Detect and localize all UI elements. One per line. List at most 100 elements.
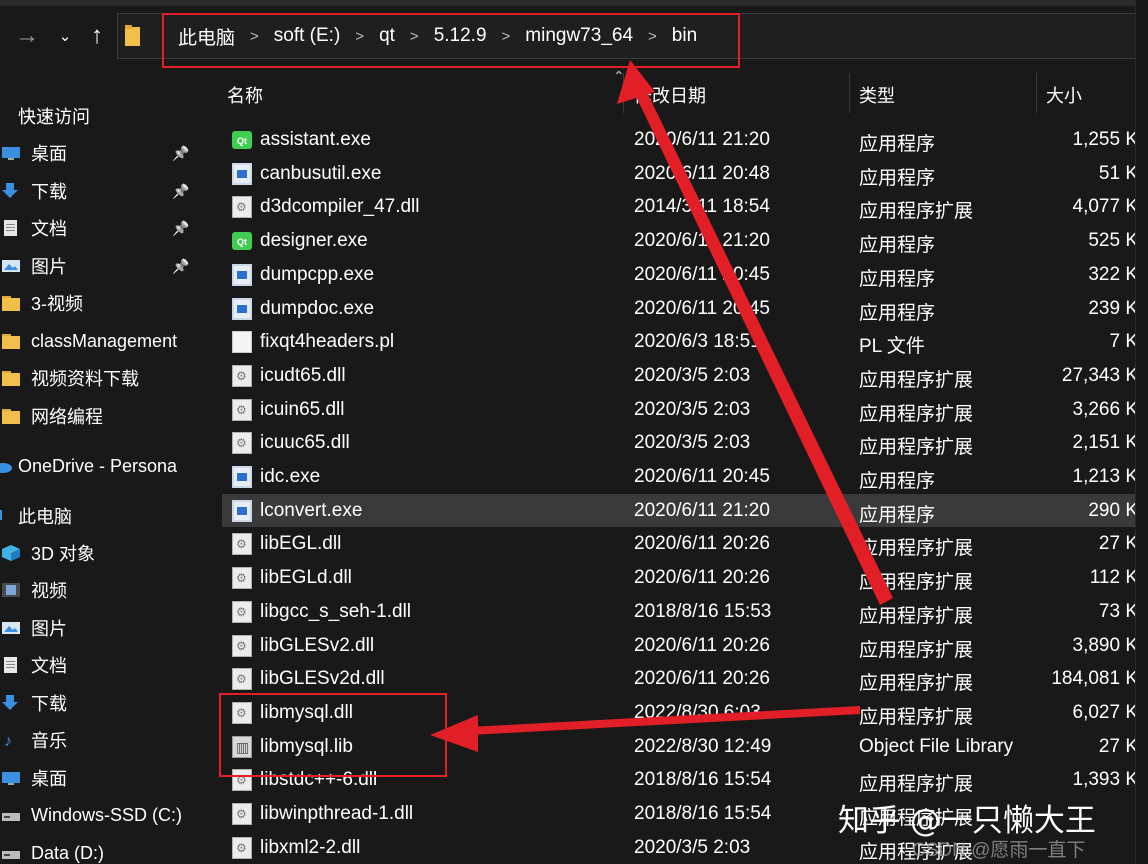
file-name: designer.exe	[260, 230, 368, 252]
column-header-name[interactable]: 名称	[227, 82, 263, 106]
sidebar-item-label: classManagement	[31, 330, 178, 351]
sidebar-item[interactable]: 下载	[0, 688, 200, 718]
sidebar-item[interactable]: 文档 📌	[0, 213, 200, 243]
file-date: 2020/6/11 21:20	[634, 129, 770, 150]
column-divider[interactable]	[849, 73, 850, 113]
sidebar-item-label: 视频	[31, 581, 67, 601]
arrow-right-icon[interactable]: →	[14, 22, 40, 50]
sidebar-item[interactable]: classManagement	[0, 326, 200, 356]
file-date: 2020/3/5 2:03	[634, 398, 751, 420]
file-size: 184,081 K	[1051, 668, 1138, 690]
column-divider[interactable]	[623, 73, 624, 113]
file-size: 322 K	[1088, 263, 1138, 285]
star-icon	[0, 108, 12, 124]
file-row[interactable]: icudt65.dll 2020/3/5 2:03 应用程序扩展 27,343 K	[222, 359, 1138, 392]
column-header-size[interactable]: 大小	[1046, 82, 1082, 106]
column-header-date[interactable]: 修改日期	[634, 82, 706, 106]
file-date: 2020/6/11 21:20	[634, 499, 770, 521]
sidebar-item[interactable]: 快速访问	[0, 101, 200, 131]
pin-icon[interactable]: 📌	[172, 220, 189, 236]
pin-icon[interactable]: 📌	[172, 145, 189, 161]
sidebar-item[interactable]: 视频资料下载	[0, 363, 200, 393]
exe-icon	[232, 499, 252, 522]
qt-icon: Qt	[232, 131, 252, 149]
file-type: 应用程序扩展	[859, 538, 974, 560]
dll-icon	[232, 432, 252, 455]
file-name: fixqt4headers.pl	[260, 331, 395, 353]
file-size: 27,343 K	[1061, 364, 1138, 386]
exe-icon	[232, 162, 252, 185]
exe-icon	[232, 466, 252, 488]
file-type: 应用程序扩展	[859, 605, 974, 627]
file-row[interactable]: icuuc65.dll 2020/3/5 2:03 应用程序扩展 2,151 K	[222, 426, 1138, 459]
sidebar-item-label: 图片	[31, 257, 67, 277]
file-name: libGLESv2.dll	[260, 634, 375, 656]
file-size: 525 K	[1088, 230, 1138, 252]
drive-icon	[2, 807, 20, 823]
file-date: 2020/6/3 18:51	[634, 331, 761, 353]
sidebar-item[interactable]: 3-视频	[0, 288, 200, 318]
file-name: libEGL.dll	[260, 533, 342, 555]
file-row[interactable]: Qt designer.exe 2020/6/11 21:20 应用程序 525 K	[222, 224, 1138, 257]
file-name: d3dcompiler_47.dll	[260, 196, 420, 218]
pin-icon[interactable]: 📌	[172, 258, 189, 274]
file-row[interactable]: idc.exe 2020/6/11 20:45 应用程序 1,213 K	[222, 460, 1138, 493]
file-row[interactable]: lconvert.exe 2020/6/11 21:20 应用程序 290 K	[222, 493, 1138, 527]
file-type: 应用程序	[859, 134, 936, 155]
file-date: 2020/6/11 20:26	[634, 634, 770, 656]
file-icon	[232, 331, 252, 354]
file-name: assistant.exe	[260, 129, 371, 150]
sidebar-item[interactable]: 桌面 📌	[0, 138, 200, 168]
sidebar-item-label: 图片	[31, 619, 67, 639]
sidebar-item[interactable]: 此电脑	[0, 501, 200, 531]
file-row[interactable]: libEGL.dll 2020/6/11 20:26 应用程序扩展 27 K	[222, 527, 1138, 560]
file-row[interactable]: libEGLd.dll 2020/6/11 20:26 应用程序扩展 112 K	[222, 561, 1138, 594]
file-date: 2020/6/11 20:26	[634, 668, 770, 690]
sidebar-item[interactable]: 桌面	[0, 763, 200, 793]
file-size: 27 K	[1098, 533, 1138, 555]
file-row[interactable]: fixqt4headers.pl 2020/6/3 18:51 PL 文件 7 K	[222, 325, 1138, 358]
file-type: 应用程序	[859, 471, 936, 492]
file-row[interactable]: canbusutil.exe 2020/6/11 20:48 应用程序 51 K	[222, 157, 1138, 190]
file-size: 6,027 K	[1072, 701, 1139, 723]
file-row[interactable]: Qt assistant.exe 2020/6/11 21:20 应用程序 1,255 …	[222, 123, 1138, 156]
file-date: 2020/6/11 20:45	[634, 466, 770, 487]
sidebar-item[interactable]: 图片 📌	[0, 251, 200, 281]
sidebar-item[interactable]: Data (D:)	[0, 838, 200, 863]
vertical-scrollbar[interactable]	[1135, 0, 1148, 863]
sidebar-item[interactable]: 下载 📌	[0, 176, 200, 206]
file-row[interactable]: libgcc_s_seh-1.dll 2018/8/16 15:53 应用程序扩展 7…	[222, 595, 1138, 628]
sidebar-item[interactable]: 视频	[0, 575, 200, 605]
folder-icon	[2, 295, 20, 311]
dll-icon	[232, 398, 252, 421]
pin-icon[interactable]: 📌	[172, 183, 189, 199]
sidebar-item[interactable]: 网络编程	[0, 401, 200, 431]
file-name: libxml2-2.dll	[260, 836, 361, 858]
sidebar-item[interactable]: 图片	[0, 613, 200, 643]
chevron-down-icon[interactable]: ⌄	[52, 22, 78, 50]
file-date: 2022/8/30 12:49	[634, 735, 772, 757]
arrow-up-icon[interactable]: ↑	[84, 22, 110, 50]
document-icon	[2, 657, 20, 673]
sidebar-item[interactable]: 文档	[0, 650, 200, 680]
file-row[interactable]: libGLESv2d.dll 2020/6/11 20:26 应用程序扩展 184,0…	[222, 662, 1138, 695]
zhihu-watermark: 知乎 @一只懒大王	[838, 803, 1096, 839]
sidebar-item[interactable]: 3D 对象	[0, 538, 200, 568]
sidebar-item[interactable]: Windows-SSD (C:)	[0, 800, 200, 830]
file-row[interactable]: d3dcompiler_47.dll 2014/3/11 18:54 应用程序扩展 4…	[222, 190, 1138, 223]
sidebar-item-label: 文档	[31, 219, 67, 239]
column-header-type[interactable]: 类型	[859, 82, 895, 106]
file-name: icudt65.dll	[260, 364, 346, 386]
video-icon	[2, 582, 20, 598]
file-row[interactable]: dumpcpp.exe 2020/6/11 20:45 应用程序 322 K	[222, 258, 1138, 291]
sidebar-item[interactable]: ♪ 音乐	[0, 725, 200, 755]
dll-icon	[232, 668, 252, 691]
file-row[interactable]: dumpdoc.exe 2020/6/11 20:45 应用程序 239 K	[222, 292, 1138, 325]
file-name: lconvert.exe	[260, 499, 363, 521]
column-divider[interactable]	[1036, 73, 1037, 113]
download-icon	[2, 695, 20, 711]
file-row[interactable]: icuin65.dll 2020/3/5 2:03 应用程序扩展 3,266 K	[222, 393, 1138, 426]
sidebar-item[interactable]: OneDrive - Persona	[0, 451, 200, 481]
file-row[interactable]: libGLESv2.dll 2020/6/11 20:26 应用程序扩展 3,890 …	[222, 629, 1138, 662]
file-name: libEGLd.dll	[260, 567, 352, 589]
